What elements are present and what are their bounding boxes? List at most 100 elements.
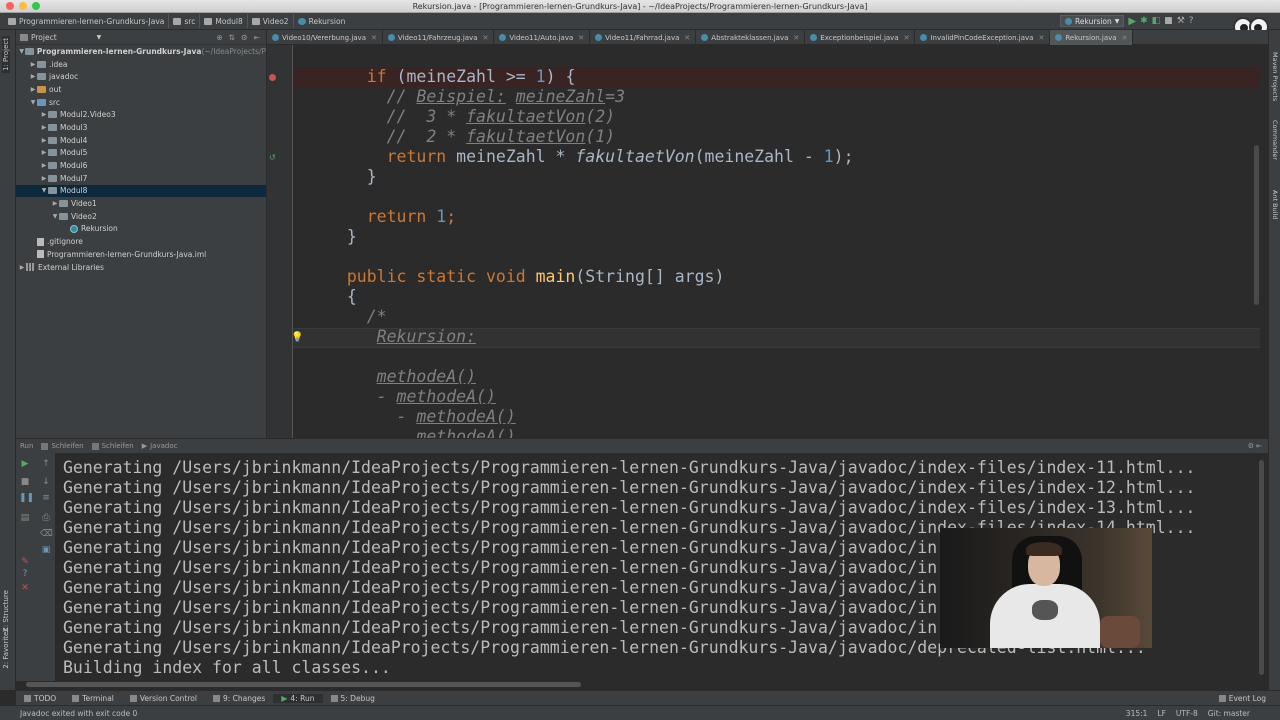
favorites-tool-tab[interactable]: 2: Favorites [2,628,10,669]
chevron-right-icon[interactable]: ▶ [40,124,48,131]
breakpoint-icon[interactable] [269,74,276,81]
structure-tool-tab[interactable]: Z: Structure [2,590,10,632]
help-icon[interactable]: ? [19,569,31,579]
gear-icon[interactable]: ⚙ [241,33,248,42]
debug-icon[interactable]: ✱ [1140,16,1148,26]
collapse-icon[interactable]: ⇅ [229,33,235,42]
run-config-select[interactable]: Rekursion ▼ [1060,15,1125,27]
event-log-tab[interactable]: Event Log [1218,694,1280,703]
tree-item[interactable]: ▼ src [16,96,266,109]
scroll-down-icon[interactable]: ↓ [40,477,52,487]
stop-icon[interactable]: ■ [19,477,31,487]
run-tab-schleifen-1[interactable]: Schleifen [37,442,87,450]
chevron-right-icon[interactable]: ▶ [40,111,48,118]
tree-item[interactable]: ▶ Video1 [16,197,266,210]
sync-icon[interactable]: ⊕ [216,33,222,42]
close-icon[interactable]: ✕ [1122,34,1128,42]
chevron-right-icon[interactable]: ▶ [40,137,48,144]
editor-tab[interactable]: Abstrakteklassen.java ✕ [696,30,806,45]
tree-item[interactable]: Programmieren-lernen-Grundkurs-Java.iml [16,248,266,261]
chevron-right-icon[interactable]: ▶ [29,73,37,80]
close-icon[interactable]: ✕ [483,34,489,42]
zoom-window-icon[interactable] [32,2,40,10]
tree-item[interactable]: ▶ .idea [16,58,266,71]
editor-scrollbar[interactable] [1254,145,1259,305]
tree-item[interactable]: ▶ External Libraries [16,261,266,274]
breadcrumb-rekursion[interactable]: Rekursion [294,14,350,28]
clear-icon[interactable]: ⌫ [40,529,53,539]
close-icon[interactable]: ✕ [371,34,377,42]
chevron-right-icon[interactable]: ▶ [18,264,26,271]
pin-icon[interactable]: ✎ [19,557,31,567]
bottom-tool-tab[interactable]: 5: Debug [323,694,383,703]
file-encoding[interactable]: UTF-8 [1176,709,1198,718]
dump-threads-icon[interactable]: ▤ [19,513,31,523]
tree-item[interactable]: Rekursion [16,223,266,236]
close-icon[interactable]: ✕ [904,34,910,42]
run-icon[interactable]: ▶ [1128,16,1136,27]
editor-gutter[interactable] [267,45,293,438]
editor-tab[interactable]: Exceptionbeispiel.java ✕ [805,30,916,45]
coverage-icon[interactable]: ◧ [1152,16,1161,26]
close-icon[interactable]: ✕ [578,34,584,42]
chevron-down-icon[interactable]: ▼ [40,187,48,194]
tree-item[interactable]: ▼ Modul8 [16,184,266,198]
breadcrumb-modul8[interactable]: Modul8 [200,14,248,28]
tree-item[interactable]: ▶ Modul4 [16,134,266,147]
project-tool-tab[interactable]: 1: Project [2,36,10,73]
breadcrumb-project[interactable]: Programmieren-lernen-Grundkurs-Java [4,14,170,28]
editor-tab[interactable]: InvalidPinCodeException.java ✕ [915,30,1051,45]
rerun-icon[interactable]: ▶ [19,459,31,469]
ant-build-tab[interactable]: Ant Build [1271,190,1279,220]
code-editor[interactable]: ↺ 💡 if (meineZahl >= 1) { // Beispiel: m… [267,45,1260,438]
line-separator[interactable]: LF [1157,709,1166,718]
build-icon[interactable]: ⚒ [1177,16,1185,26]
wrap-icon[interactable]: ≡ [40,493,52,503]
tree-item[interactable]: ▼ Programmieren-lernen-Grundkurs-Java (~/… [16,45,266,58]
chevron-right-icon[interactable]: ▶ [40,149,48,156]
settings-icon[interactable]: ▣ [40,545,52,555]
tree-item[interactable]: .gitignore [16,235,266,248]
chevron-right-icon[interactable]: ▶ [51,200,59,207]
git-branch[interactable]: Git: master [1208,709,1250,718]
lightbulb-icon[interactable]: 💡 [291,332,303,343]
bottom-tool-tab[interactable]: ▶ 4: Run [273,693,323,703]
chevron-down-icon[interactable]: ▼ [18,48,25,55]
bottom-tool-tab[interactable]: 9: Changes [205,694,273,703]
scroll-up-icon[interactable]: ↑ [40,459,52,469]
editor-tab[interactable]: Video10/Vererbung.java ✕ [267,30,383,45]
chevron-right-icon[interactable]: ▶ [29,61,37,68]
help-icon[interactable]: ? [1189,16,1194,26]
close-icon[interactable]: ✕ [1038,34,1044,42]
bottom-tool-tab[interactable]: TODO [16,694,64,703]
tree-item[interactable]: ▶ Modul6 [16,159,266,172]
chevron-right-icon[interactable]: ▶ [40,162,48,169]
maven-projects-tab[interactable]: Maven Projects [1271,52,1279,101]
caret-position[interactable]: 315:1 [1126,709,1148,718]
tree-item[interactable]: ▶ Modul5 [16,147,266,160]
console-scrollbar[interactable] [1259,460,1264,675]
print-icon[interactable]: ⎙ [40,513,52,523]
breadcrumb-video2[interactable]: Video2 [248,14,294,28]
tree-item[interactable]: ▶ Modul7 [16,172,266,185]
commander-tab[interactable]: Commander [1271,120,1279,160]
chevron-right-icon[interactable]: ▶ [40,175,48,182]
project-view-select[interactable]: Project [31,33,57,42]
close-icon[interactable]: ✕ [19,583,31,593]
minimize-window-icon[interactable] [19,2,27,10]
chevron-down-icon[interactable]: ▼ [97,34,102,41]
editor-tab[interactable]: Video11/Fahrrad.java ✕ [590,30,697,45]
stop-icon[interactable]: ■ [1164,16,1173,26]
hide-icon[interactable]: ⇤ [254,33,260,42]
bottom-tool-tab[interactable]: Terminal [64,694,122,703]
run-tab-schleifen-2[interactable]: Schleifen [88,442,138,450]
close-window-icon[interactable] [6,2,14,10]
chevron-down-icon[interactable]: ▼ [29,99,37,106]
tree-item[interactable]: ▼ Video2 [16,210,266,223]
tree-item[interactable]: ▶ javadoc [16,70,266,83]
tree-item[interactable]: ▶ Modul2.Video3 [16,108,266,121]
editor-tab[interactable]: Rekursion.java ✕ [1050,30,1134,45]
gear-icon[interactable]: ⚙ ⇤ [1248,442,1268,450]
editor-tab[interactable]: Video11/Auto.java ✕ [494,30,591,45]
pause-icon[interactable]: ❚❚ [19,493,34,503]
